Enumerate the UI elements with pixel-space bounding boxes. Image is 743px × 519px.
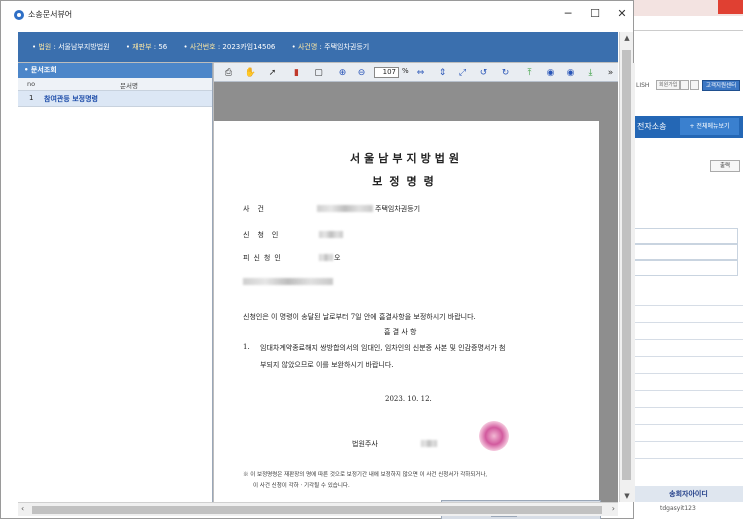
bg-small-button[interactable] bbox=[690, 80, 699, 90]
fit-width-icon[interactable]: ⇔ bbox=[414, 66, 427, 79]
fit-height-icon[interactable]: ⇕ bbox=[436, 66, 449, 79]
bg-lang-link[interactable]: LISH bbox=[636, 82, 649, 89]
bg-row-line bbox=[634, 305, 743, 306]
document-viewer-window: 소송문서뷰어 ─ ☐ ✕ • 법원 : 서울남부지방법원 • 재판부 : 56 … bbox=[0, 0, 635, 519]
bg-row-line bbox=[634, 390, 743, 391]
respondent-value: 오 bbox=[334, 254, 341, 262]
rotate-right-icon[interactable]: ↻ bbox=[499, 66, 512, 79]
zoom-percent-label: % bbox=[402, 67, 409, 75]
hand-tool-icon[interactable]: ✋ bbox=[244, 66, 257, 79]
more-tools-icon[interactable]: » bbox=[604, 66, 617, 79]
court-seal-stamp bbox=[479, 421, 509, 451]
label-applicant: 신청인 bbox=[243, 231, 287, 239]
info-division: • 재판부 : 56 bbox=[125, 43, 168, 51]
prev-page-icon[interactable]: ◉ bbox=[544, 66, 557, 79]
bg-row-line bbox=[634, 373, 743, 374]
redacted-respondent bbox=[319, 254, 333, 261]
info-court: • 법원 : 서울남부지방법원 bbox=[32, 43, 110, 51]
case-info-bar: • 법원 : 서울남부지방법원 • 재판부 : 56 • 사건번호 : 2023… bbox=[18, 32, 618, 62]
bg-print-button[interactable]: 출력 bbox=[710, 160, 740, 172]
document-viewer: ⎙ ✋ ➚ ▮ ▢ ⊕ ⊖ 107 % ⇔ ⇕ ⤢ ↺ ↻ ⤒ ◉ ◉ ⤓ » … bbox=[214, 63, 618, 519]
item-text-line1: 임대차계약종료해지 쌍방합의서의 임대인, 임차인의 신분증 사본 및 인감증명… bbox=[260, 344, 506, 352]
notice-line2: 이 사건 신청이 각하 · 기각될 수 있습니다. bbox=[253, 483, 350, 489]
bg-row-line bbox=[634, 339, 743, 340]
window-vertical-scrollbar[interactable]: ▲ ▼ bbox=[619, 32, 633, 502]
redacted-address bbox=[243, 278, 333, 285]
bg-small-button[interactable] bbox=[680, 80, 689, 90]
fit-page-icon[interactable]: ⤢ bbox=[456, 66, 469, 79]
bg-row-line bbox=[634, 458, 743, 459]
app-icon bbox=[14, 10, 24, 20]
redacted-applicant bbox=[319, 231, 343, 238]
redacted-case-number bbox=[317, 205, 373, 212]
bg-row-line bbox=[634, 424, 743, 425]
last-page-icon[interactable]: ⤓ bbox=[584, 66, 597, 79]
first-page-icon[interactable]: ⤒ bbox=[523, 66, 536, 79]
bg-form-row bbox=[634, 244, 738, 260]
maximize-button[interactable]: ☐ bbox=[588, 7, 602, 21]
select-box-icon[interactable]: ▢ bbox=[312, 66, 325, 79]
item-number: 1. bbox=[243, 343, 250, 351]
bg-form-row bbox=[634, 260, 738, 276]
document-page: 서울남부지방법원 보정명령 사건 주택임차권등기 신청인 피신청인 오 신청인은… bbox=[214, 121, 599, 505]
document-list-header: • 문서조회 bbox=[18, 63, 212, 78]
row-doc-name[interactable]: 참여관등 보정명령 bbox=[44, 94, 98, 104]
case-value: 주택임차권등기 bbox=[375, 205, 421, 213]
bg-row-line bbox=[634, 441, 743, 442]
col-doc-name: 문서명 bbox=[120, 82, 138, 90]
scroll-up-icon[interactable]: ▲ bbox=[620, 34, 634, 42]
zoom-out-icon[interactable]: ⊖ bbox=[355, 66, 368, 79]
bg-nav-all-menu[interactable]: + 전체메뉴보기 bbox=[680, 118, 739, 135]
item-text-line2: 부되지 않았으므로 이를 보완하시기 바랍니다. bbox=[260, 361, 394, 369]
bookmark-icon[interactable]: ▮ bbox=[290, 66, 303, 79]
document-list-item[interactable]: 1 참여관등 보정명령 bbox=[18, 91, 212, 107]
scroll-left-icon[interactable]: ‹ bbox=[21, 504, 24, 513]
window-horizontal-scrollbar[interactable]: ‹ › bbox=[18, 502, 618, 516]
vertical-scroll-thumb[interactable] bbox=[622, 50, 631, 480]
zoom-input[interactable]: 107 bbox=[374, 67, 399, 78]
document-list-columns: no 문서명 bbox=[18, 78, 212, 91]
viewer-toolbar: ⎙ ✋ ➚ ▮ ▢ ⊕ ⊖ 107 % ⇔ ⇕ ⤢ ↺ ↻ ⤒ ◉ ◉ ⤓ » bbox=[214, 63, 618, 82]
print-icon[interactable]: ⎙ bbox=[222, 66, 235, 79]
zoom-in-icon[interactable]: ⊕ bbox=[336, 66, 349, 79]
bg-help-center-button[interactable]: 고객지원센터 bbox=[702, 80, 740, 91]
bg-nav-ecourt[interactable]: 전자소송 bbox=[637, 121, 666, 132]
label-case: 사건 bbox=[243, 205, 272, 213]
scroll-right-icon[interactable]: › bbox=[612, 504, 615, 513]
next-page-icon[interactable]: ◉ bbox=[564, 66, 577, 79]
bg-form-row bbox=[634, 228, 738, 244]
body-paragraph: 신청인은 이 명령이 송달된 날로부터 7일 안에 흠결사항을 보정하시기 바랍… bbox=[243, 313, 476, 321]
horizontal-scroll-thumb[interactable] bbox=[32, 506, 602, 514]
document-list-panel: • 문서조회 no 문서명 1 참여관등 보정명령 bbox=[18, 63, 213, 502]
viewer-frame: • 법원 : 서울남부지방법원 • 재판부 : 56 • 사건번호 : 2023… bbox=[18, 32, 635, 519]
issue-date: 2023. 10. 12. bbox=[385, 395, 432, 403]
bg-divider bbox=[634, 30, 743, 31]
minimize-button[interactable]: ─ bbox=[561, 7, 575, 21]
col-no: no bbox=[27, 80, 36, 88]
redacted-signer bbox=[421, 440, 437, 447]
bg-signup-button[interactable]: 회원가입 bbox=[656, 80, 681, 90]
select-arrow-icon[interactable]: ➚ bbox=[266, 66, 279, 79]
rotate-left-icon[interactable]: ↺ bbox=[477, 66, 490, 79]
label-respondent: 피신청인 bbox=[243, 254, 285, 262]
title-bar[interactable]: 소송문서뷰어 ─ ☐ ✕ bbox=[1, 1, 633, 29]
bg-row-line bbox=[634, 356, 743, 357]
bg-row-line bbox=[634, 322, 743, 323]
scroll-down-icon[interactable]: ▼ bbox=[620, 492, 634, 500]
defects-heading: 흠 결 사 항 bbox=[384, 328, 417, 336]
notice-line1: ※ 이 보정명령은 재판장의 명에 따른 것으로 보정기간 내에 보정하지 않으… bbox=[243, 472, 488, 478]
bg-table-cell: tdgasyit123 bbox=[660, 505, 696, 512]
close-button[interactable]: ✕ bbox=[615, 7, 629, 21]
signer-label: 법원주사 bbox=[352, 440, 378, 448]
bg-table-header: 송회자아이디 bbox=[634, 486, 743, 502]
row-no: 1 bbox=[29, 94, 34, 102]
info-case-number: • 사건번호 : 2023카임14506 bbox=[183, 43, 276, 51]
window-title: 소송문서뷰어 bbox=[28, 10, 73, 19]
bg-row-line bbox=[634, 407, 743, 408]
court-heading: 서울남부지방법원 bbox=[350, 152, 463, 165]
info-case-name: • 사건명 : 주택임차권등기 bbox=[291, 43, 370, 51]
bg-red-button[interactable] bbox=[718, 0, 743, 14]
order-title: 보정명령 bbox=[372, 175, 441, 188]
